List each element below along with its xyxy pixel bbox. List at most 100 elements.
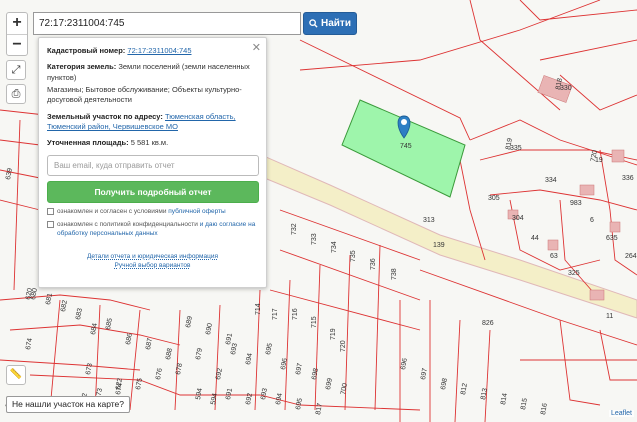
parcel-number: 700 <box>340 383 349 396</box>
parcel-number: 714 <box>255 303 262 315</box>
consent-privacy-text: ознакомлен с политикой конфиденциальност… <box>57 220 198 228</box>
parcel-number: 699 <box>325 378 334 391</box>
parcel-number: 720 <box>340 340 347 352</box>
parcel-number: 983 <box>570 200 582 207</box>
parcel-number: 11 <box>606 313 613 320</box>
parcel-number: 686 <box>125 333 134 346</box>
parcel-number: 594 <box>195 388 204 401</box>
parcel-number: 693 <box>260 388 269 401</box>
parcel-number: 688 <box>165 348 174 361</box>
manual-selection-link[interactable]: Ручной выбор вариантов <box>47 261 258 270</box>
parcel-number: 717 <box>272 308 279 320</box>
parcel-number: 695 <box>295 398 304 411</box>
print-icon[interactable]: ⎙ <box>6 84 26 104</box>
cadastral-label: Кадастровый номер: <box>47 46 126 55</box>
parcel-number: 733 <box>311 233 318 245</box>
parcel-number: 336 <box>622 175 634 182</box>
parcel-number: 594 <box>210 393 219 406</box>
parcel-number: 304 <box>512 215 524 222</box>
parcel-number: 716 <box>292 308 299 320</box>
address-label: Земельный участок по адресу: <box>47 111 163 121</box>
email-field[interactable]: Ваш email, куда отправить отчет <box>47 154 259 176</box>
selected-parcel-label: 745 <box>400 143 412 150</box>
not-found-button[interactable]: Не нашли участок на карте? <box>6 396 131 413</box>
parcel-number: 679 <box>195 348 204 361</box>
parcel-number: 325 <box>568 270 580 277</box>
parcel-number: 334 <box>545 177 557 184</box>
parcel-number: 816 <box>540 403 549 416</box>
ruler-icon[interactable]: 📏 <box>6 365 26 385</box>
parcel-number: 674 <box>25 338 34 351</box>
parcel-number: 694 <box>275 393 284 406</box>
parcel-number: 690 <box>205 323 214 336</box>
consent-privacy: ознакомлен с политикой конфиденциальност… <box>47 220 258 238</box>
details-link[interactable]: Детали отчета и юридическая информация <box>47 252 258 261</box>
parcel-number: 736 <box>370 258 377 270</box>
parcel-number: 732 <box>291 223 298 235</box>
area-value: 5 581 кв.м. <box>130 138 169 148</box>
parcel-number: 678 <box>175 363 184 376</box>
parcel-number: 689 <box>185 316 194 329</box>
parcel-number: 738 <box>391 268 398 280</box>
area-label: Уточненная площадь: <box>47 138 129 148</box>
consent-privacy-checkbox[interactable] <box>47 220 54 228</box>
parcel-number: 697 <box>295 363 304 376</box>
parcel-number: 682 <box>60 300 69 313</box>
parcel-number: 685 <box>105 318 114 331</box>
get-report-button[interactable]: Получить подробный отчет <box>47 180 259 203</box>
zoom-control: + − <box>6 12 28 56</box>
consent-offer-text: ознакомлен и согласен с условиями <box>57 207 167 215</box>
parcel-number: 698 <box>311 368 320 381</box>
consent-offer-checkbox[interactable] <box>47 207 54 215</box>
parcel-number: 698 <box>440 378 449 391</box>
footer-links: Детали отчета и юридическая информация Р… <box>47 252 258 270</box>
parcel-number: 692 <box>215 368 224 381</box>
search-icon <box>309 19 318 28</box>
parcel-number: 683 <box>75 308 84 321</box>
parcel-number: 264 <box>625 253 637 260</box>
parcel-number: 696 <box>280 358 289 371</box>
search-input[interactable] <box>33 12 301 35</box>
parcel-number: 694 <box>245 353 254 366</box>
parcel-number: 687 <box>145 338 154 351</box>
parcel-number: 676 <box>155 368 164 381</box>
fullscreen-icon[interactable]: ⤢ <box>6 60 26 80</box>
search-button-label: Найти <box>321 18 351 29</box>
parcel-number: 719 <box>330 328 337 340</box>
parcel-number: 6 <box>590 217 594 224</box>
parcel-number: 684 <box>90 323 99 336</box>
map-attribution[interactable]: Leaflet <box>608 410 634 417</box>
parcel-number: 63 <box>550 253 558 260</box>
parcel-number: 697 <box>420 368 429 381</box>
parcel-number: 139 <box>433 242 445 249</box>
parcel-number: 673 <box>85 363 94 376</box>
parcel-number: 696 <box>400 358 409 371</box>
parcel-number: 815 <box>520 398 529 411</box>
offer-link[interactable]: публичной оферты <box>168 208 225 215</box>
parcel-number: 813 <box>480 388 489 401</box>
parcel-number: 313 <box>423 217 435 224</box>
consent-offer: ознакомлен и согласен с условиями публич… <box>47 207 258 216</box>
parcel-number: 734 <box>331 241 338 253</box>
parcel-number: 735 <box>350 250 357 262</box>
cadastral-link[interactable]: 72:17:2311004:745 <box>127 46 191 55</box>
parcel-number: 826 <box>482 320 494 327</box>
close-icon[interactable]: ✕ <box>252 41 261 56</box>
parcel-number: 693 <box>230 343 239 356</box>
parcel-number: 681 <box>45 293 54 306</box>
parcel-number: 305 <box>488 195 500 202</box>
search-button[interactable]: Найти <box>303 12 357 35</box>
parcel-number: 691 <box>225 388 234 401</box>
parcel-number: 715 <box>311 316 318 328</box>
parcel-number: 695 <box>265 343 274 356</box>
parcel-number: 812 <box>460 383 469 396</box>
zoom-out-button[interactable]: − <box>7 34 27 55</box>
parcel-number: 675 <box>135 378 144 391</box>
zoom-in-button[interactable]: + <box>7 13 27 34</box>
parcel-number: 639 <box>5 168 14 181</box>
parcel-number: 635 <box>606 235 618 242</box>
parcel-number: 692 <box>245 393 254 406</box>
parcel-number: 817 <box>315 403 324 416</box>
parcel-info-panel: ✕ Кадастровый номер: 72:17:2311004:745 К… <box>38 37 267 288</box>
usage-text: Магазины; Бытовое обслуживание; Объекты … <box>47 85 242 105</box>
